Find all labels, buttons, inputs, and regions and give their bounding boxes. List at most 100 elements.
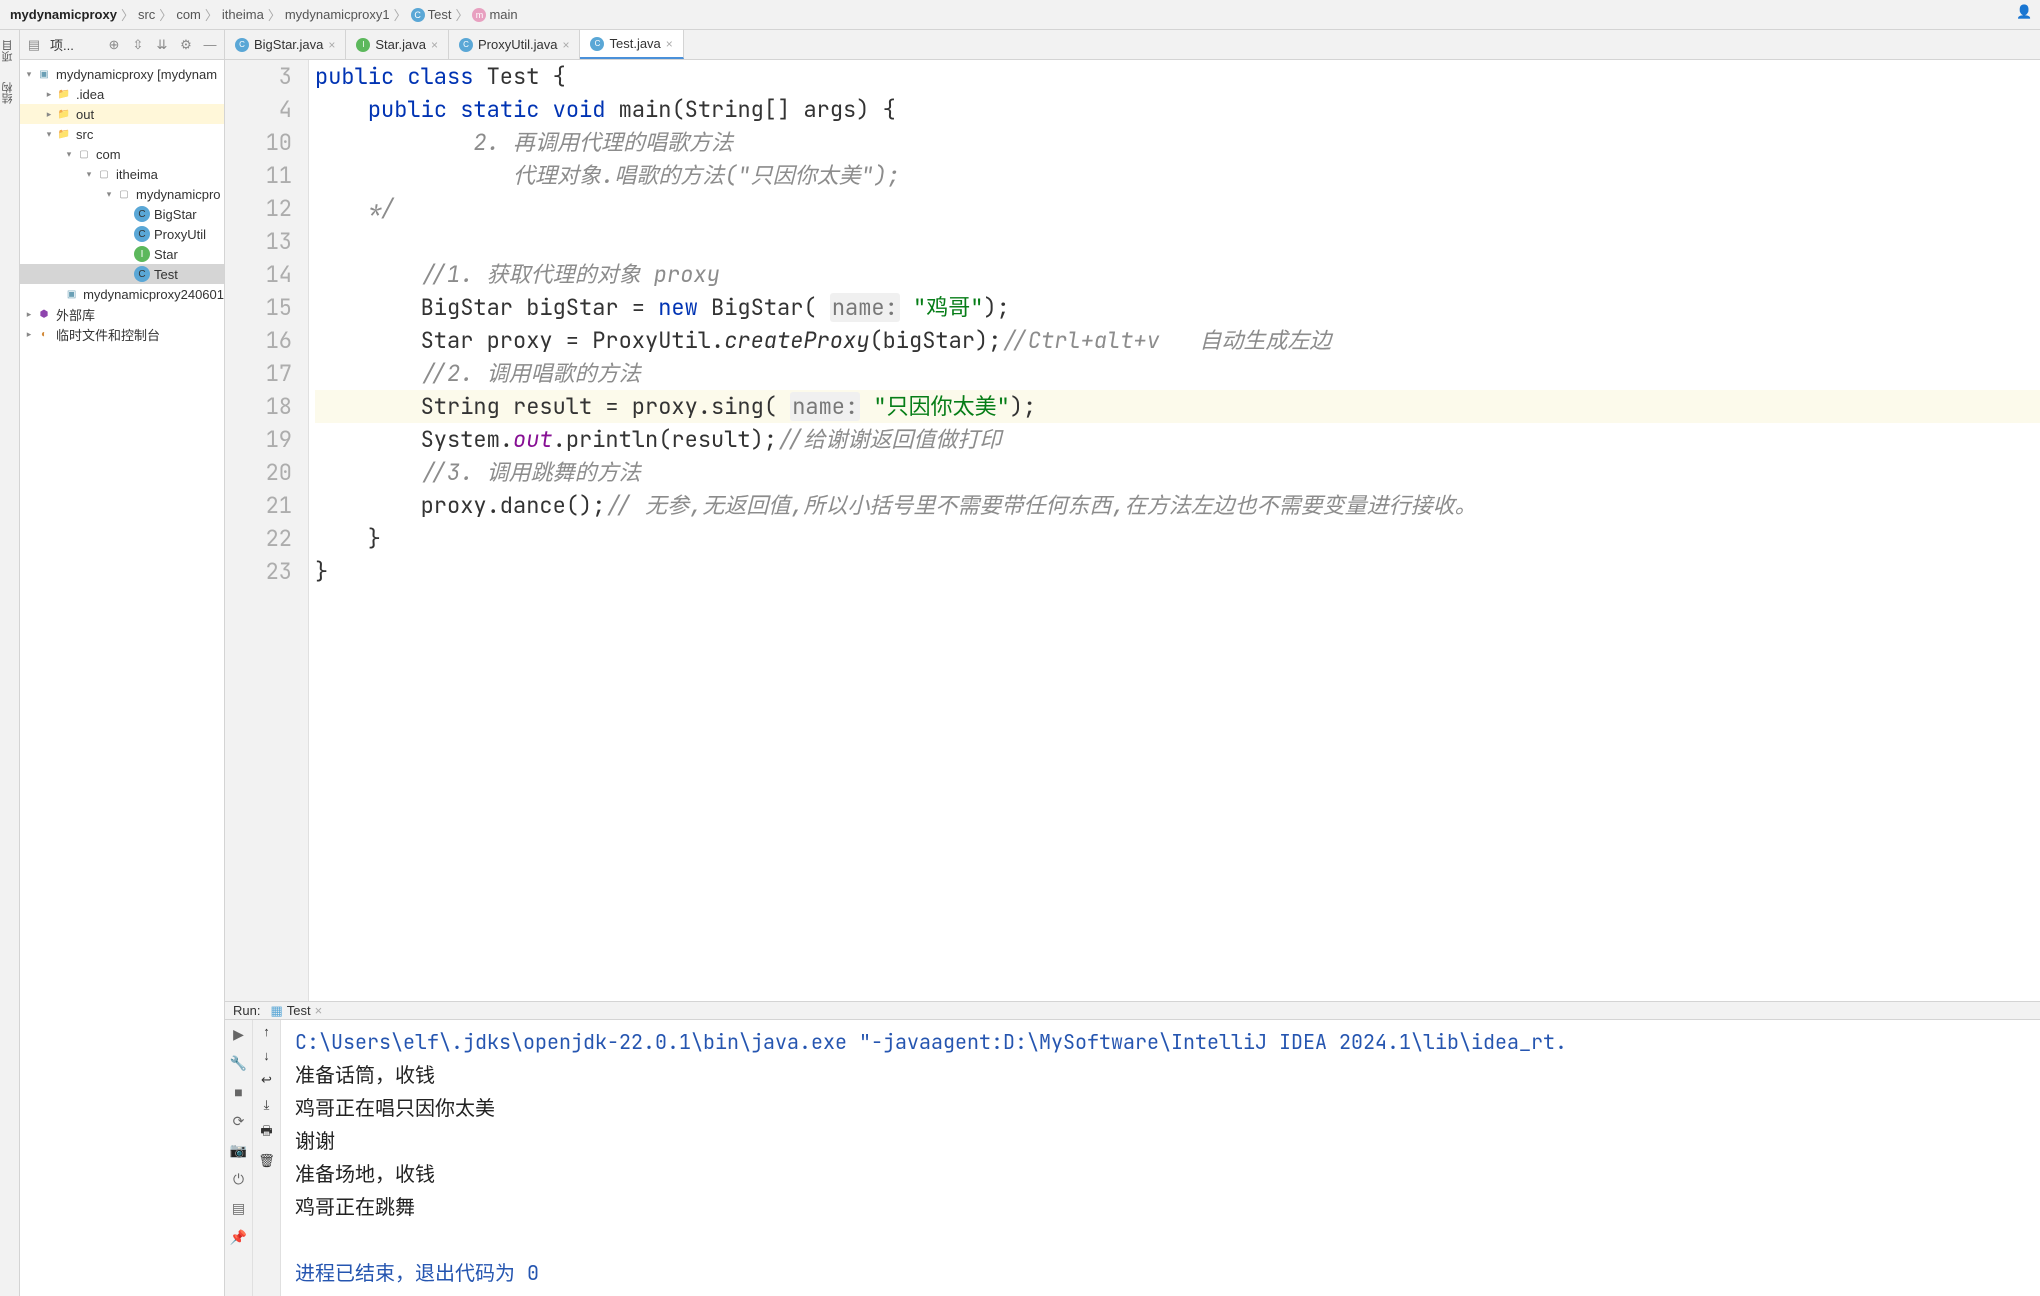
package-icon: ▢ <box>116 186 132 202</box>
pin-icon[interactable]: 📌 <box>229 1227 249 1247</box>
crumb-itheima[interactable]: itheima <box>222 7 264 22</box>
down-icon[interactable]: ↓ <box>263 1048 270 1063</box>
layout-icon[interactable]: ▤ <box>229 1198 249 1218</box>
close-icon[interactable]: × <box>431 38 438 52</box>
crumb-pkg[interactable]: mydynamicproxy1 <box>285 7 390 22</box>
run-tab[interactable]: ▦ Test × <box>270 1003 322 1019</box>
class-icon: C <box>134 226 150 242</box>
scratch-icon: ◐ <box>36 326 52 342</box>
run-label: Run: <box>233 1003 260 1018</box>
trash-icon[interactable]: 🗑 <box>258 1153 275 1169</box>
run-tool-column-2: ↑ ↓ ↩ ⤓ 🖶 🗑 <box>253 1020 281 1296</box>
tree-out[interactable]: ▸ 📁 out <box>20 104 224 124</box>
tree-bigstar[interactable]: C BigStar <box>20 204 224 224</box>
tree-src[interactable]: ▾ 📁 src <box>20 124 224 144</box>
structure-tool-button[interactable]: 结构 <box>0 82 16 104</box>
project-toolbar: ▤ 项... ⊕ ⇳ ⇊ ⚙ — <box>20 30 224 60</box>
close-icon[interactable]: × <box>328 38 335 52</box>
breadcrumb: mydynamicproxy 〉 src 〉 com 〉 itheima 〉 m… <box>0 0 2040 30</box>
sep: 〉 <box>121 5 134 24</box>
chevron-down-icon[interactable]: ▾ <box>84 169 94 179</box>
crumb-com[interactable]: com <box>176 7 201 22</box>
code-body[interactable]: public class Test { public static void m… <box>309 60 2040 1001</box>
tree-external[interactable]: ▸ ⬢ 外部库 <box>20 304 224 324</box>
tree-itheima[interactable]: ▾ ▢ itheima <box>20 164 224 184</box>
expand-icon[interactable]: ⇳ <box>130 37 146 53</box>
wrench-icon[interactable]: 🔧 <box>229 1053 249 1073</box>
chevron-right-icon[interactable]: ▸ <box>44 89 54 99</box>
tree-label: mydynamicproxy [mydynam <box>56 67 217 82</box>
console-line: 进程已结束，退出代码为 0 <box>295 1257 2026 1290</box>
stop-icon[interactable]: ■ <box>229 1082 249 1102</box>
soft-wrap-icon[interactable]: ↩ <box>261 1072 272 1088</box>
tree-scratch[interactable]: ▸ ◐ 临时文件和控制台 <box>20 324 224 344</box>
console-line: 谢谢 <box>295 1125 2026 1158</box>
crumb-method[interactable]: main <box>489 7 517 22</box>
tab-star[interactable]: I Star.java × <box>346 30 449 59</box>
module-icon: ▣ <box>64 286 79 302</box>
crumb-root[interactable]: mydynamicproxy <box>10 7 117 22</box>
interface-icon: I <box>134 246 150 262</box>
tab-test[interactable]: C Test.java × <box>580 30 683 59</box>
run-panel: Run: ▦ Test × ▶ 🔧 ■ ⟳ 📷 ⏻ ▤ <box>225 1001 2040 1296</box>
crumb-src[interactable]: src <box>138 7 155 22</box>
chevron-right-icon[interactable]: ▸ <box>44 109 54 119</box>
class-icon: C <box>459 38 473 52</box>
tab-proxyutil[interactable]: C ProxyUtil.java × <box>449 30 580 59</box>
project-panel: ▤ 项... ⊕ ⇳ ⇊ ⚙ — ▾ ▣ mydynamicproxy [myd… <box>20 30 225 1296</box>
code-editor[interactable]: 3 4 10 11 12 13 14 15 16 17 18 19 20 21 … <box>225 60 2040 1001</box>
class-icon: C <box>590 37 604 51</box>
restart-icon[interactable]: ⟳ <box>229 1111 249 1131</box>
tab-bigstar[interactable]: C BigStar.java × <box>225 30 346 59</box>
module-icon: ▣ <box>36 66 52 82</box>
close-icon[interactable]: × <box>562 38 569 52</box>
editor-tabs: C BigStar.java × I Star.java × C ProxyUt… <box>225 30 2040 60</box>
exit-icon[interactable]: ⏻ <box>229 1169 249 1189</box>
tree-com[interactable]: ▾ ▢ com <box>20 144 224 164</box>
folder-icon: 📁 <box>56 86 72 102</box>
run-header: Run: ▦ Test × <box>225 1002 2040 1020</box>
tree-iml[interactable]: ▣ mydynamicproxy240601 <box>20 284 224 304</box>
scroll-icon[interactable]: ⤓ <box>264 1097 270 1113</box>
project-view-icon[interactable]: ▤ <box>26 37 42 53</box>
tree-proxyutil[interactable]: C ProxyUtil <box>20 224 224 244</box>
tree-root[interactable]: ▾ ▣ mydynamicproxy [mydynam <box>20 64 224 84</box>
project-tree[interactable]: ▾ ▣ mydynamicproxy [mydynam ▸ 📁 .idea ▸ … <box>20 60 224 1296</box>
collapse-icon[interactable]: ⇊ <box>154 37 170 53</box>
chevron-down-icon[interactable]: ▾ <box>44 129 54 139</box>
projects-tool-button[interactable]: 项目 <box>0 40 16 62</box>
tree-pkg[interactable]: ▾ ▢ mydynamicpro <box>20 184 224 204</box>
tree-idea[interactable]: ▸ 📁 .idea <box>20 84 224 104</box>
console-output[interactable]: C:\Users\elf\.jdks\openjdk-22.0.1\bin\ja… <box>281 1020 2040 1296</box>
gutter: 3 4 10 11 12 13 14 15 16 17 18 19 20 21 … <box>225 60 309 1001</box>
camera-icon[interactable]: 📷 <box>229 1140 249 1160</box>
library-icon: ⬢ <box>36 306 52 322</box>
run-config-icon: ▦ <box>270 1003 282 1019</box>
console-line <box>295 1224 2026 1257</box>
crumb-class[interactable]: Test <box>428 7 452 22</box>
console-line: 鸡哥正在唱只因你太美 <box>295 1092 2026 1125</box>
class-icon: C <box>134 266 150 282</box>
folder-icon: 📁 <box>56 106 72 122</box>
class-icon: C <box>235 38 249 52</box>
hide-icon[interactable]: — <box>202 37 218 53</box>
user-icon[interactable]: 👤 <box>2016 4 2036 24</box>
tree-star[interactable]: I Star <box>20 244 224 264</box>
chevron-down-icon[interactable]: ▾ <box>24 69 34 79</box>
up-icon[interactable]: ↑ <box>263 1024 270 1039</box>
chevron-right-icon[interactable]: ▸ <box>24 309 34 319</box>
left-tool-stripe: 项目 结构 <box>0 30 20 1296</box>
chevron-right-icon[interactable]: ▸ <box>24 329 34 339</box>
interface-icon: I <box>356 38 370 52</box>
print-icon[interactable]: 🖶 <box>260 1122 272 1144</box>
close-icon[interactable]: × <box>666 37 673 51</box>
run-icon[interactable]: ▶ <box>229 1024 249 1044</box>
chevron-down-icon[interactable]: ▾ <box>64 149 74 159</box>
locate-icon[interactable]: ⊕ <box>106 37 122 53</box>
package-icon: ▢ <box>96 166 112 182</box>
package-icon: ▢ <box>76 146 92 162</box>
close-icon[interactable]: × <box>315 1003 323 1018</box>
tree-test[interactable]: C Test <box>20 264 224 284</box>
chevron-down-icon[interactable]: ▾ <box>104 189 114 199</box>
settings-icon[interactable]: ⚙ <box>178 37 194 53</box>
